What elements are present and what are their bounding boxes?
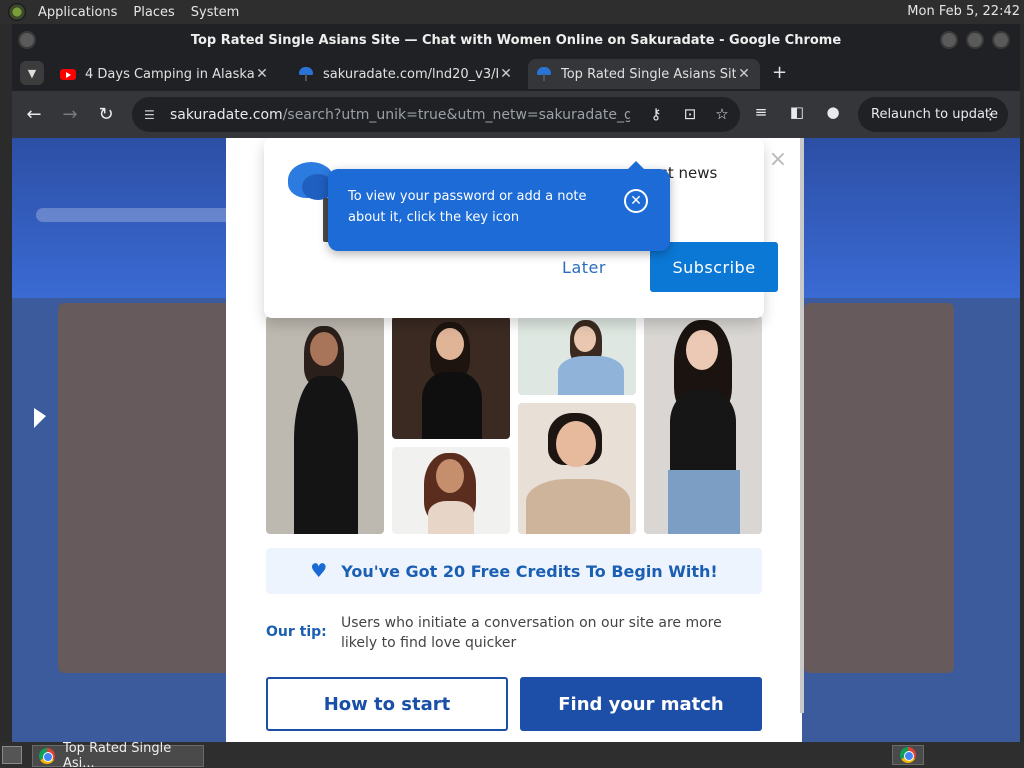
photo-body (558, 356, 624, 395)
url-path: /search?utm_unik=true&utm_netw=sakuradat… (282, 106, 630, 123)
taskbar-chrome-window[interactable]: Top Rated Single Asi... (32, 741, 204, 768)
places-menu[interactable]: Places (129, 5, 178, 20)
tab-title: Top Rated Single Asians Site (561, 66, 736, 82)
chrome-icon (900, 747, 916, 763)
photo-face (310, 332, 338, 366)
tab-sakuradate-search[interactable]: Top Rated Single Asians Site ✕ (528, 59, 760, 89)
youtube-icon (60, 68, 76, 80)
background-blurred-text (36, 208, 236, 222)
url-text[interactable]: sakuradate.com/search?utm_unik=true&utm_… (170, 107, 630, 123)
close-bubble-icon[interactable]: ✕ (624, 189, 648, 213)
tab-camping-video[interactable]: 4 Days Camping in Alaska at ✕ (52, 59, 278, 89)
address-bar[interactable]: ☰ sakuradate.com/search?utm_unik=true&ut… (132, 97, 740, 132)
show-desktop-icon[interactable] (2, 746, 22, 764)
back-arrow-icon[interactable]: ← (22, 102, 46, 126)
mouse-pointer-icon (34, 408, 46, 428)
distro-logo-icon[interactable] (8, 3, 26, 21)
site-info-icon[interactable]: ☰ (144, 108, 160, 122)
tab-title: 4 Days Camping in Alaska at (85, 66, 254, 82)
profile-photo[interactable] (518, 316, 636, 395)
window-menu-icon[interactable] (18, 31, 36, 49)
photo-face (556, 421, 596, 467)
relaunch-label: Relaunch to update (871, 107, 999, 122)
browser-toolbar: ← → ↻ ☰ sakuradate.com/search?utm_unik=t… (12, 91, 1020, 138)
star-bookmark-icon[interactable]: ☆ (712, 105, 732, 125)
maximize-icon[interactable] (966, 31, 984, 49)
install-app-icon[interactable]: ⊡ (680, 105, 700, 125)
reload-icon[interactable]: ↻ (94, 102, 118, 126)
profile-photo[interactable] (518, 403, 636, 534)
photo-jeans (668, 470, 740, 534)
profile-photo[interactable] (266, 316, 384, 534)
background-profile-card (804, 303, 954, 673)
sakuradate-favicon-icon (298, 67, 314, 81)
minimize-icon[interactable] (940, 31, 958, 49)
system-menu[interactable]: System (187, 5, 243, 20)
taskbar-window-label: Top Rated Single Asi... (63, 741, 172, 768)
free-credits-text: You've Got 20 Free Credits To Begin With… (341, 561, 718, 581)
top-panel: Applications Places System Mon Feb 5, 22… (0, 0, 1024, 24)
browser-window: Top Rated Single Asians Site — Chat with… (12, 24, 1020, 742)
window-titlebar[interactable]: Top Rated Single Asians Site — Chat with… (12, 24, 1020, 57)
how-to-start-button[interactable]: How to start (266, 677, 508, 731)
url-host: sakuradate.com (170, 106, 283, 123)
close-tab-icon[interactable]: ✕ (498, 66, 514, 82)
tab-search-button[interactable]: ▼ (20, 61, 44, 85)
clock[interactable]: Mon Feb 5, 22:42 (907, 4, 1020, 19)
find-your-match-button[interactable]: Find your match (520, 677, 762, 731)
tab-title: sakuradate.com/lnd20_v3/bl (323, 66, 498, 82)
sakuradate-favicon-icon (536, 67, 552, 81)
window-title: Top Rated Single Asians Site — Chat with… (190, 33, 842, 48)
media-controls-icon[interactable]: ≡ (750, 103, 772, 125)
forward-arrow-icon[interactable]: → (58, 102, 82, 126)
photo-face (436, 328, 464, 360)
close-modal-icon[interactable]: × (768, 149, 788, 171)
photo-face (436, 459, 464, 493)
relaunch-to-update-button[interactable]: Relaunch to update ⋮ (858, 97, 1008, 132)
applications-menu[interactable]: Applications (34, 5, 121, 20)
tip-label: Our tip: (266, 624, 327, 640)
photo-face (574, 326, 596, 352)
bubble-text: To view your password or add a note abou… (348, 189, 587, 225)
profile-photo[interactable] (644, 316, 762, 534)
bottom-panel: Top Rated Single Asi... (0, 741, 1024, 768)
side-panel-icon[interactable]: ◧ (786, 103, 808, 125)
chrome-icon (39, 748, 55, 764)
photo-body (526, 479, 630, 534)
profile-photo[interactable] (392, 316, 510, 439)
tip-text: Users who initiate a conversation on our… (341, 615, 722, 651)
modal-scrollbar[interactable] (800, 138, 804, 713)
close-tab-icon[interactable]: ✕ (736, 66, 752, 82)
photo-face (686, 330, 718, 370)
photo-body (422, 372, 482, 439)
tab-strip: ▼ 4 Days Camping in Alaska at ✕ sakurada… (12, 57, 1020, 91)
chevron-down-icon: ▼ (27, 66, 37, 80)
heart-icon: ♥ (310, 560, 328, 582)
close-tab-icon[interactable]: ✕ (254, 66, 270, 82)
free-credits-banner: ♥ You've Got 20 Free Credits To Begin Wi… (266, 548, 762, 594)
photo-body (670, 390, 736, 470)
subscribe-button[interactable]: Subscribe (650, 242, 778, 292)
tray-chrome-button[interactable] (892, 745, 924, 765)
key-icon[interactable]: ⚷ (646, 105, 666, 125)
password-key-bubble: To view your password or add a note abou… (328, 161, 670, 251)
tab-sakuradate-landing[interactable]: sakuradate.com/lnd20_v3/bl ✕ (290, 59, 522, 89)
photo-body (294, 376, 358, 534)
photo-body (428, 501, 474, 534)
new-tab-plus-icon[interactable]: + (772, 64, 787, 82)
profile-photo[interactable] (392, 447, 510, 534)
more-options-icon[interactable]: ⋮ (983, 105, 998, 123)
close-window-icon[interactable] (992, 31, 1010, 49)
profile-avatar-icon[interactable]: ● (822, 103, 844, 125)
